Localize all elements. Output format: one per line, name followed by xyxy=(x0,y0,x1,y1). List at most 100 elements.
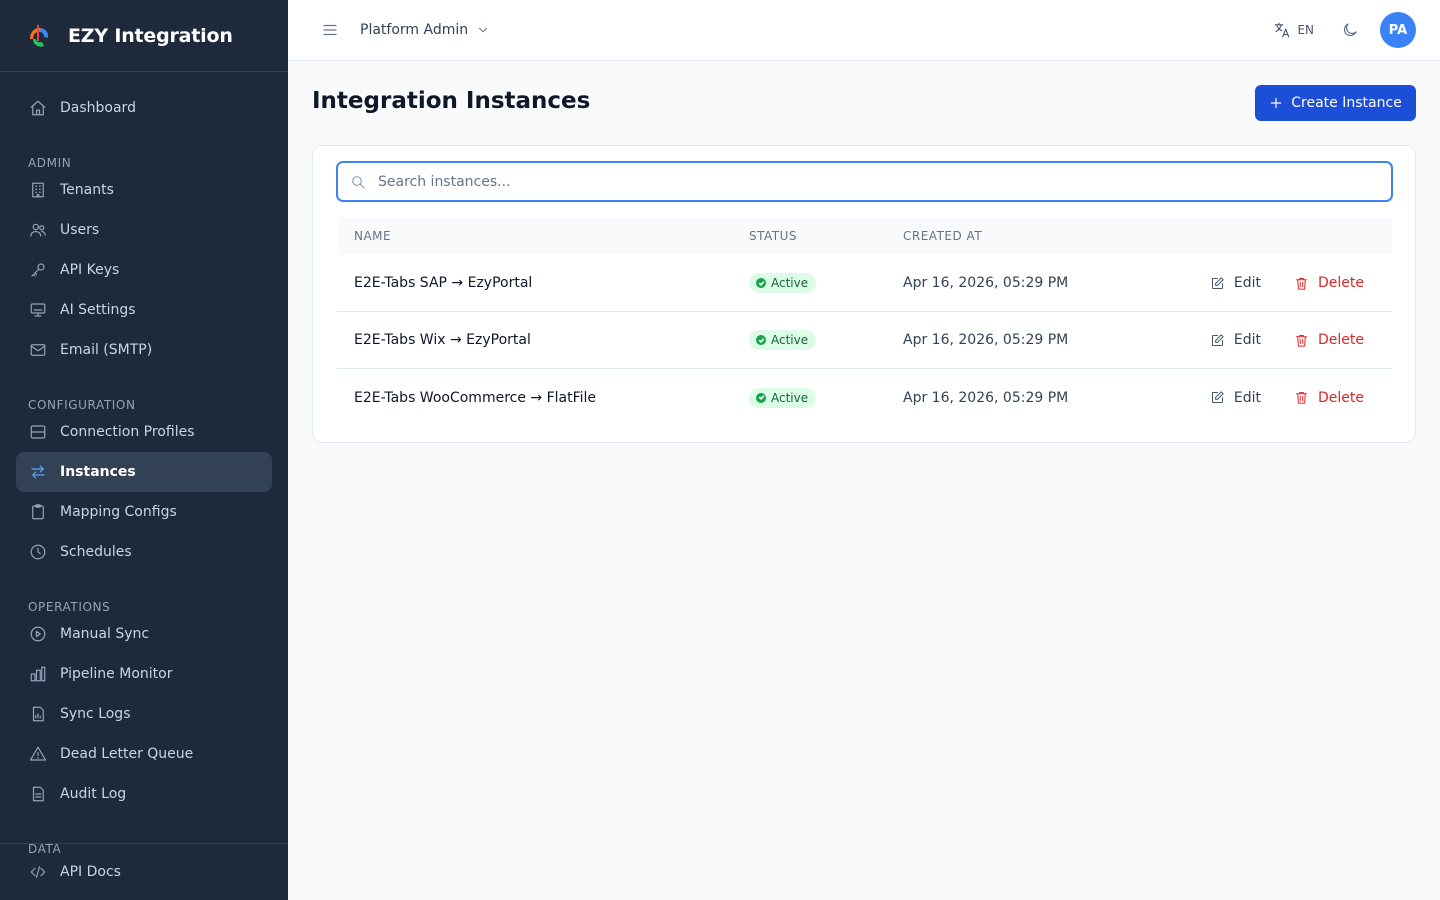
sidebar-item-dead-letter-queue[interactable]: Dead Letter Queue xyxy=(16,734,272,774)
create-instance-button[interactable]: Create Instance xyxy=(1255,85,1416,121)
create-instance-label: Create Instance xyxy=(1291,95,1402,111)
edit-button[interactable]: Edit xyxy=(1210,390,1261,406)
created-at: Apr 16, 2026, 05:29 PM xyxy=(903,389,1069,406)
sidebar-item-dashboard[interactable]: Dashboard xyxy=(16,88,272,128)
status-cell: Active xyxy=(749,273,903,293)
column-header-status[interactable]: STATUS xyxy=(749,229,903,243)
app-name: EZY Integration xyxy=(68,24,233,47)
sidebar-item-label: Sync Logs xyxy=(60,706,131,722)
row-actions: Edit Delete xyxy=(1179,332,1392,348)
instance-name[interactable]: E2E-Tabs SAP → EzyPortal xyxy=(337,275,749,291)
check-circle-icon xyxy=(756,392,766,403)
sidebar-item-label: Tenants xyxy=(60,182,114,198)
table-row[interactable]: E2E-Tabs SAP → EzyPortal Active Apr 16, … xyxy=(337,255,1392,312)
instance-name[interactable]: E2E-Tabs Wix → EzyPortal xyxy=(337,332,749,348)
delete-label: Delete xyxy=(1318,332,1364,348)
edit-icon xyxy=(1211,391,1224,403)
search-icon xyxy=(352,175,365,189)
delete-button[interactable]: Delete xyxy=(1294,332,1364,348)
instances-table: NAME STATUS CREATED AT E2E-Tabs SAP → Ez… xyxy=(337,217,1392,426)
clipboard-icon xyxy=(28,502,48,522)
delete-label: Delete xyxy=(1318,389,1364,406)
tenant-selector-label: Platform Admin xyxy=(360,22,469,38)
status-badge: Active xyxy=(749,330,817,350)
delete-button[interactable]: Delete xyxy=(1294,390,1364,406)
edit-label: Edit xyxy=(1233,332,1261,348)
monitor-icon xyxy=(28,300,48,320)
sidebar-item-label: Manual Sync xyxy=(60,626,150,642)
menu-toggle-button[interactable] xyxy=(320,20,340,40)
column-header-created-at[interactable]: CREATED AT xyxy=(903,229,1179,243)
sidebar-nav: Dashboard ADMIN Tenants Users API Keys A… xyxy=(0,72,288,856)
users-icon xyxy=(28,220,48,240)
status-badge-label: Active xyxy=(771,390,809,405)
sidebar-item-email-smtp[interactable]: Email (SMTP) xyxy=(16,330,272,370)
code-icon xyxy=(28,862,48,882)
sidebar-item-api-keys[interactable]: API Keys xyxy=(16,250,272,290)
row-actions: Edit Delete xyxy=(1179,390,1392,406)
sidebar-item-connection-profiles[interactable]: Connection Profiles xyxy=(16,412,272,452)
status-badge: Active xyxy=(749,387,817,408)
edit-icon xyxy=(1211,276,1224,289)
sidebar-item-label: AI Settings xyxy=(60,302,136,318)
sidebar-item-label: Email (SMTP) xyxy=(60,342,153,358)
sidebar-item-label: Users xyxy=(60,222,100,238)
mail-icon xyxy=(28,340,48,360)
plus-icon xyxy=(1270,97,1282,109)
edit-button[interactable]: Edit xyxy=(1210,332,1261,348)
sidebar-item-mapping-configs[interactable]: Mapping Configs xyxy=(16,492,272,532)
play-circle-icon xyxy=(28,624,48,644)
sidebar-item-ai-settings[interactable]: AI Settings xyxy=(16,290,272,330)
sidebar-item-label: Pipeline Monitor xyxy=(60,666,173,682)
translate-icon xyxy=(1275,22,1290,38)
instance-name[interactable]: E2E-Tabs WooCommerce → FlatFile xyxy=(337,390,749,406)
building-icon xyxy=(28,180,48,200)
section-label-configuration: CONFIGURATION xyxy=(28,398,136,412)
table-row[interactable]: E2E-Tabs Wix → EzyPortal Active Apr 16, … xyxy=(337,312,1392,369)
delete-button[interactable]: Delete xyxy=(1294,275,1364,291)
brand[interactable]: EZY Integration xyxy=(0,0,288,72)
sidebar-item-label: Dashboard xyxy=(60,100,136,116)
section-label-admin: ADMIN xyxy=(28,156,72,170)
sidebar-item-label: API Docs xyxy=(60,864,121,880)
language-label: EN xyxy=(1297,23,1314,37)
instances-card: NAME STATUS CREATED AT E2E-Tabs SAP → Ez… xyxy=(312,145,1416,443)
edit-button[interactable]: Edit xyxy=(1210,275,1261,291)
check-circle-icon xyxy=(756,335,766,345)
trash-icon xyxy=(1296,392,1307,404)
sidebar-item-label: Dead Letter Queue xyxy=(60,746,194,762)
sidebar-item-label: Mapping Configs xyxy=(60,504,177,520)
status-badge-label: Active xyxy=(771,276,809,290)
trash-icon xyxy=(1296,277,1307,290)
topbar: Platform Admin EN PA xyxy=(288,0,1440,61)
tenant-selector[interactable]: Platform Admin xyxy=(360,22,490,38)
sidebar-item-audit-log[interactable]: Audit Log xyxy=(16,774,272,814)
sidebar-item-instances[interactable]: Instances xyxy=(16,452,272,492)
check-circle-icon xyxy=(756,278,766,288)
column-header-name[interactable]: NAME xyxy=(337,229,749,243)
search-box xyxy=(336,161,1393,202)
edit-label: Edit xyxy=(1233,389,1261,406)
status-cell: Active xyxy=(749,330,903,350)
sidebar-item-tenants[interactable]: Tenants xyxy=(16,170,272,210)
language-button[interactable]: EN xyxy=(1273,21,1314,39)
page-title: Integration Instances xyxy=(312,88,591,114)
sidebar-item-pipeline-monitor[interactable]: Pipeline Monitor xyxy=(16,654,272,694)
status-badge-label: Active xyxy=(771,333,809,347)
sidebar-item-api-docs[interactable]: API Docs xyxy=(16,852,272,892)
sidebar-item-schedules[interactable]: Schedules xyxy=(16,532,272,572)
database-icon xyxy=(28,422,48,442)
sidebar-item-sync-logs[interactable]: Sync Logs xyxy=(16,694,272,734)
sidebar-item-manual-sync[interactable]: Manual Sync xyxy=(16,614,272,654)
sidebar-item-label: API Keys xyxy=(60,262,120,278)
status-cell: Active xyxy=(749,387,903,408)
warning-icon xyxy=(28,744,48,764)
sidebar-item-users[interactable]: Users xyxy=(16,210,272,250)
avatar[interactable]: PA xyxy=(1380,12,1416,48)
hamburger-icon xyxy=(323,24,337,36)
trash-icon xyxy=(1296,334,1307,347)
table-row[interactable]: E2E-Tabs WooCommerce → FlatFile Active A… xyxy=(337,369,1392,426)
bar-chart-icon xyxy=(28,664,48,684)
theme-toggle-button[interactable] xyxy=(1340,20,1360,40)
search-input[interactable] xyxy=(378,173,1358,190)
